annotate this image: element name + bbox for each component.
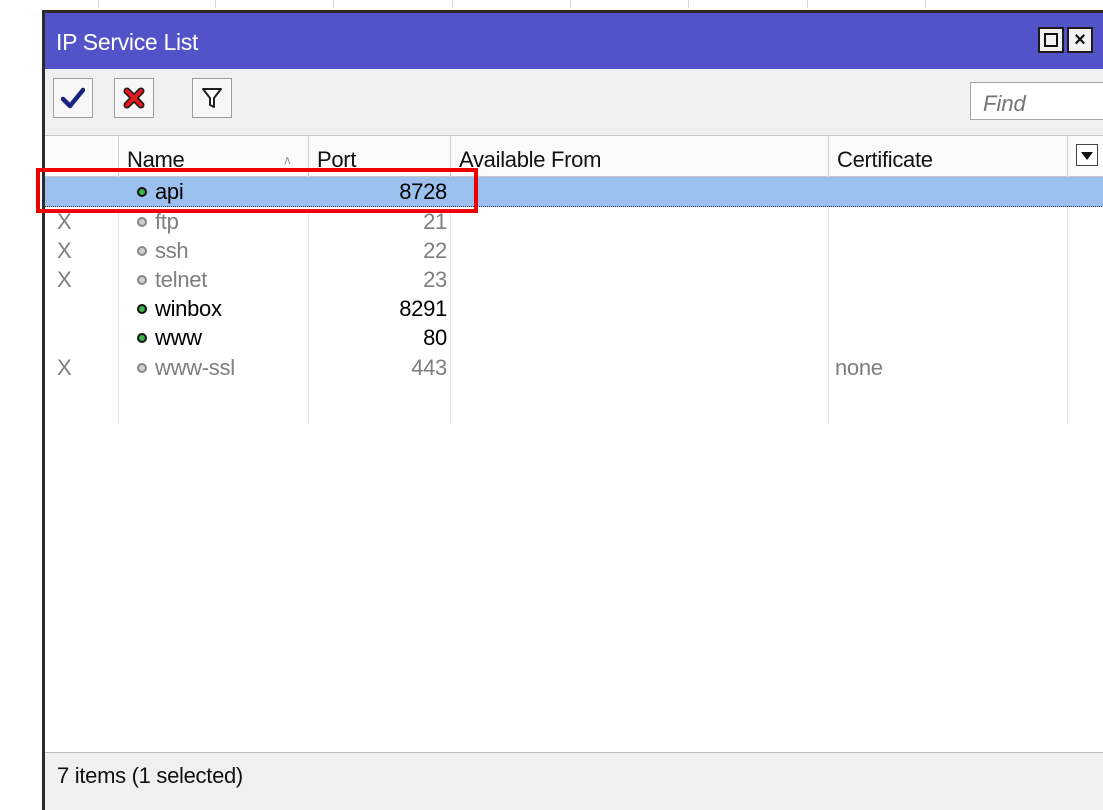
certificate-column-header[interactable]: Certificate	[828, 136, 1067, 176]
row-name: ssh	[155, 237, 189, 263]
row-name-cell: telnet	[137, 265, 207, 294]
table-row[interactable]: X www-ssl 443 none	[45, 353, 1103, 382]
row-port: 8291	[399, 296, 447, 321]
certificate-column-label: Certificate	[837, 147, 933, 172]
filter-icon	[202, 88, 222, 108]
row-flag: X	[57, 267, 72, 292]
available-from-column-header[interactable]: Available From	[450, 136, 828, 176]
status-text: 7 items (1 selected)	[57, 763, 243, 788]
toolbar	[45, 69, 1103, 136]
disabled-status-icon	[137, 216, 147, 227]
filter-button[interactable]	[192, 78, 232, 118]
row-name: winbox	[155, 295, 222, 321]
window-title: IP Service List	[56, 29, 199, 55]
enabled-status-icon	[137, 303, 147, 314]
table-row[interactable]: X telnet 23	[45, 265, 1103, 294]
status-bar: 7 items (1 selected)	[45, 752, 1103, 803]
row-name: www-ssl	[155, 354, 235, 380]
row-certificate: none	[835, 355, 883, 380]
cross-icon	[123, 87, 145, 109]
row-port: 80	[423, 325, 447, 350]
row-name: www	[155, 324, 202, 350]
row-port: 22	[423, 238, 447, 263]
title-bar[interactable]: IP Service List ×	[45, 13, 1103, 69]
available-from-column-label: Available From	[459, 147, 602, 172]
table-row[interactable]: www 80	[45, 323, 1103, 352]
close-icon[interactable]: ×	[1067, 27, 1093, 53]
disabled-status-icon	[137, 274, 147, 285]
row-name-cell: ssh	[137, 236, 189, 265]
ip-service-list-window: IP Service List × Name ∧	[42, 10, 1103, 810]
row-port: 23	[423, 267, 447, 292]
row-flag: X	[57, 355, 72, 380]
annotation-highlight-box	[36, 168, 478, 213]
enabled-status-icon	[137, 332, 147, 343]
row-name: telnet	[155, 266, 208, 292]
disabled-status-icon	[137, 245, 147, 256]
row-port: 443	[411, 355, 447, 380]
row-name-cell: www	[137, 323, 202, 352]
sort-indicator-icon: ∧	[283, 153, 292, 167]
row-name-cell: winbox	[137, 294, 222, 323]
column-menu-button[interactable]	[1067, 136, 1103, 176]
disabled-status-icon	[137, 362, 147, 373]
row-name-cell: www-ssl	[137, 353, 235, 382]
find-input[interactable]	[970, 82, 1103, 120]
service-table: Name ∧ Port Available From Certificate a…	[45, 136, 1103, 752]
table-row[interactable]: winbox 8291	[45, 294, 1103, 323]
table-row[interactable]: X ssh 22	[45, 236, 1103, 265]
check-icon	[61, 87, 85, 109]
disable-button[interactable]	[114, 78, 154, 118]
enable-button[interactable]	[53, 78, 93, 118]
maximize-icon[interactable]	[1038, 27, 1064, 53]
row-flag: X	[57, 238, 72, 263]
chevron-down-icon	[1076, 144, 1098, 166]
background-strip	[0, 0, 1103, 10]
